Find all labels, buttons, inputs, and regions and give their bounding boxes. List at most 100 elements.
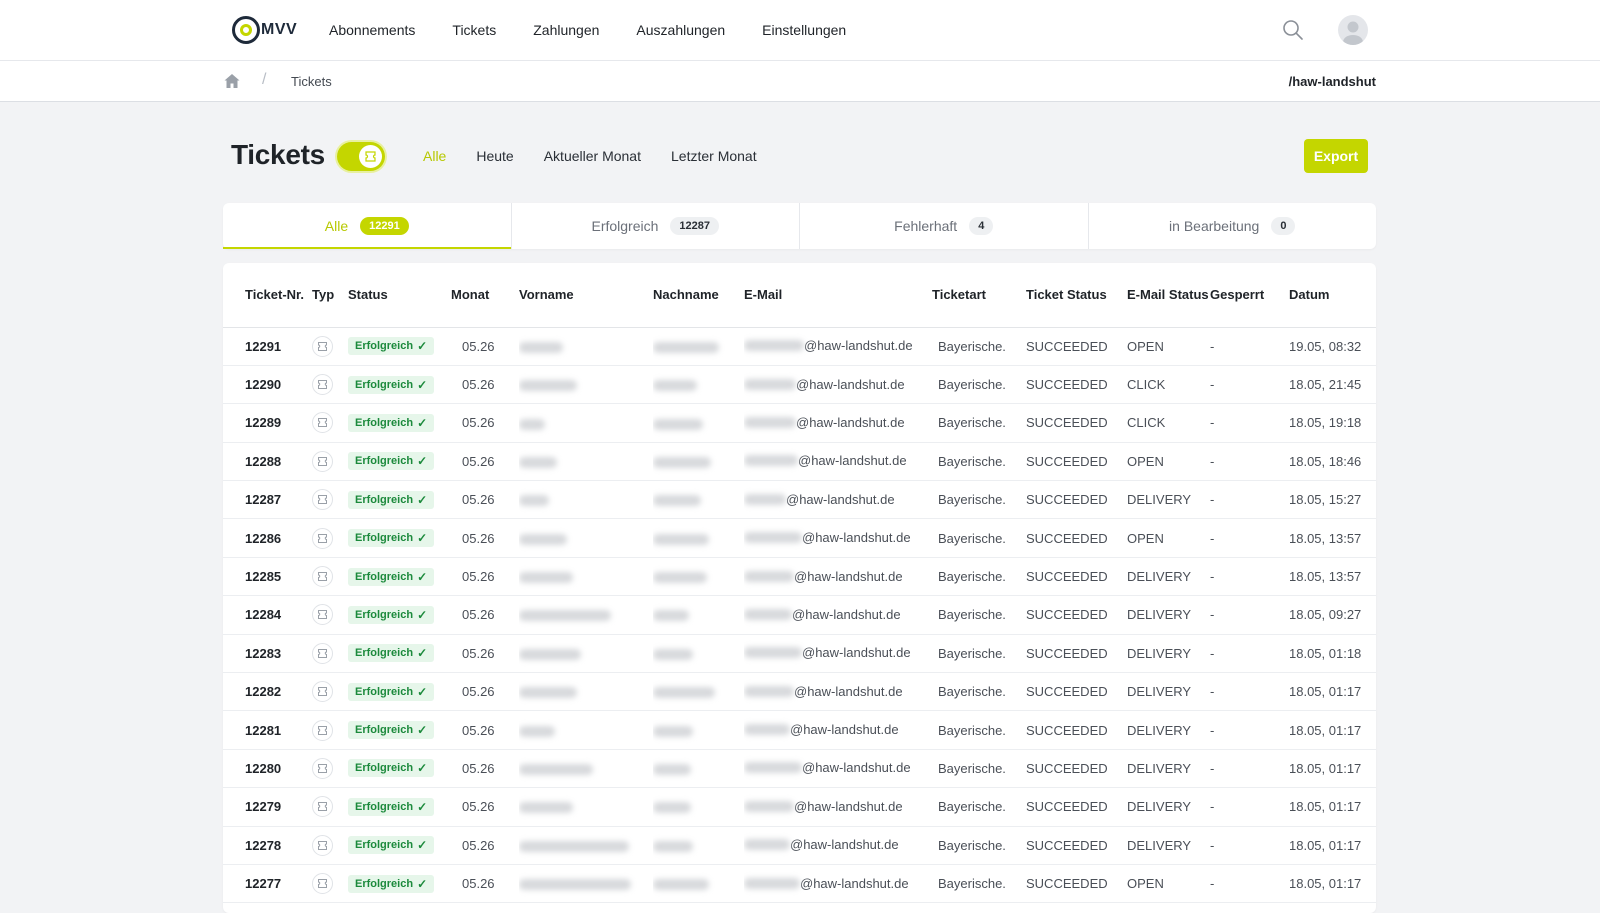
top-navigation-bar: MVV Abonnements Tickets Zahlungen Auszah… (0, 0, 1600, 60)
ticket-type-icon (312, 681, 333, 703)
first-name-cell (519, 557, 653, 597)
range-filter-all[interactable]: Alle (423, 148, 446, 164)
column-header-email[interactable]: E-Mail (744, 263, 932, 328)
redacted-first-name (519, 341, 563, 353)
table-row[interactable]: 12283 Erfolgreich ✓ 05.26 @haw-landshut.de Ba… (223, 634, 1376, 674)
month-cell: 05.26 (451, 864, 519, 904)
email-domain: @haw-landshut.de (794, 568, 903, 584)
table-row[interactable]: 12286 Erfolgreich ✓ 05.26 @haw-landshut.de Ba… (223, 518, 1376, 558)
last-name-cell (653, 403, 744, 443)
table-row[interactable]: 12278 Erfolgreich ✓ 05.26 @haw-landshut.de Ba… (223, 826, 1376, 865)
column-header-month[interactable]: Monat (451, 263, 519, 328)
redacted-first-name (519, 687, 577, 699)
tab-in-progress[interactable]: in Bearbeitung 0 (1089, 203, 1377, 249)
table-row[interactable]: 12281 Erfolgreich ✓ 05.26 @haw-landshut.de Ba… (223, 710, 1376, 750)
table-row[interactable]: 12289 Erfolgreich ✓ 05.26 @haw-landshut.de Ba… (223, 403, 1376, 443)
ticket-type-icon (312, 412, 333, 434)
ticket-number: 12284 (223, 595, 312, 635)
user-avatar[interactable] (1338, 15, 1368, 45)
table-row[interactable]: 12280 Erfolgreich ✓ 05.26 @haw-landshut.de Ba… (223, 749, 1376, 789)
range-filter-last-month[interactable]: Letzter Monat (671, 148, 757, 164)
tab-all[interactable]: Alle 12291 (223, 203, 512, 249)
export-button[interactable]: Export (1304, 139, 1368, 173)
date-cell: 18.05, 21:45 (1289, 365, 1376, 405)
ticket-status-cell: SUCCEEDED (1026, 480, 1127, 520)
column-header-first-name[interactable]: Vorname (519, 263, 653, 328)
table-row[interactable]: 12282 Erfolgreich ✓ 05.26 @haw-landshut.de Ba… (223, 672, 1376, 712)
check-icon: ✓ (417, 838, 428, 853)
table-row[interactable]: 12287 Erfolgreich ✓ 05.26 @haw-landshut.de Ba… (223, 480, 1376, 520)
ticket-status-cell: SUCCEEDED (1026, 365, 1127, 405)
type-cell (312, 557, 348, 597)
table-row[interactable]: 12285 Erfolgreich ✓ 05.26 @haw-landshut.de Ba… (223, 557, 1376, 597)
home-icon[interactable] (223, 72, 241, 90)
table-row[interactable]: 12290 Erfolgreich ✓ 05.26 @haw-landshut.de Ba… (223, 365, 1376, 405)
brand-logo[interactable]: MVV (232, 15, 297, 45)
email-cell: @haw-landshut.de (744, 672, 932, 712)
nav-item-tickets[interactable]: Tickets (452, 22, 496, 38)
ticket-type-cell: Bayerische. (932, 634, 1026, 674)
ticket-type-toggle[interactable] (337, 142, 385, 171)
nav-item-zahlungen[interactable]: Zahlungen (533, 22, 599, 38)
first-name-cell (519, 442, 653, 482)
user-icon (1343, 21, 1363, 45)
redacted-email-local (744, 839, 790, 851)
logo-text: MVV (261, 21, 298, 38)
range-filter-today[interactable]: Heute (476, 148, 513, 164)
redacted-first-name (519, 418, 545, 430)
ticket-type-cell: Bayerische. (932, 710, 1026, 750)
email-domain: @haw-landshut.de (796, 414, 905, 430)
table-row[interactable]: 12288 Erfolgreich ✓ 05.26 @haw-landshut.de Ba… (223, 442, 1376, 482)
column-header-ticket-status[interactable]: Ticket Status (1026, 263, 1127, 328)
column-header-type[interactable]: Typ (312, 263, 348, 328)
column-header-status[interactable]: Status (348, 263, 451, 328)
redacted-first-name (519, 495, 549, 507)
blocked-cell: - (1210, 403, 1289, 443)
redacted-email-local (744, 877, 800, 889)
status-badge: Erfolgreich ✓ (348, 759, 435, 778)
blocked-cell: - (1210, 365, 1289, 405)
column-header-ticket-nr[interactable]: Ticket-Nr. (223, 263, 312, 328)
tab-successful[interactable]: Erfolgreich 12287 (512, 203, 800, 249)
email-domain: @haw-landshut.de (800, 875, 909, 891)
column-header-date[interactable]: Datum (1289, 263, 1376, 328)
column-header-last-name[interactable]: Nachname (653, 263, 744, 328)
table-row[interactable]: 12279 Erfolgreich ✓ 05.26 @haw-landshut.de Ba… (223, 787, 1376, 827)
search-icon[interactable] (1282, 19, 1304, 41)
date-range-filters: Alle Heute Aktueller Monat Letzter Monat (423, 148, 787, 164)
redacted-last-name (653, 687, 715, 699)
status-label: Erfolgreich (355, 724, 414, 737)
type-cell (312, 787, 348, 827)
tab-count-badge: 0 (1271, 217, 1296, 235)
column-header-email-status[interactable]: E-Mail Status (1127, 263, 1210, 328)
nav-item-einstellungen[interactable]: Einstellungen (762, 22, 846, 38)
check-icon: ✓ (417, 799, 428, 814)
ticket-status-cell: SUCCEEDED (1026, 672, 1127, 712)
ticket-type-cell: Bayerische. (932, 403, 1026, 443)
blocked-cell: - (1210, 595, 1289, 635)
tab-label: in Bearbeitung (1169, 218, 1260, 234)
range-filter-current-month[interactable]: Aktueller Monat (544, 148, 641, 164)
status-label: Erfolgreich (355, 877, 414, 890)
ticket-status-cell: SUCCEEDED (1026, 634, 1127, 674)
email-status-cell: OPEN (1127, 518, 1210, 558)
email-domain: @haw-landshut.de (790, 722, 899, 738)
month-cell: 05.26 (451, 710, 519, 750)
blocked-cell: - (1210, 826, 1289, 865)
column-header-ticket-type[interactable]: Ticketart (932, 263, 1026, 328)
email-status-cell: DELIVERY (1127, 634, 1210, 674)
table-row[interactable]: 12284 Erfolgreich ✓ 05.26 @haw-landshut.de Ba… (223, 595, 1376, 635)
nav-item-auszahlungen[interactable]: Auszahlungen (636, 22, 725, 38)
blocked-cell: - (1210, 672, 1289, 712)
email-domain: @haw-landshut.de (802, 645, 911, 661)
column-header-blocked[interactable]: Gesperrt (1210, 263, 1289, 328)
date-cell: 18.05, 13:57 (1289, 518, 1376, 558)
email-cell: @haw-landshut.de (744, 442, 932, 482)
ticket-type-icon (312, 335, 333, 357)
email-status-cell: DELIVERY (1127, 826, 1210, 865)
nav-item-abonnements[interactable]: Abonnements (329, 22, 415, 38)
tab-failed[interactable]: Fehlerhaft 4 (800, 203, 1089, 249)
table-row[interactable]: 12277 Erfolgreich ✓ 05.26 @haw-landshut.de Ba… (223, 864, 1376, 904)
table-row[interactable]: 12291 Erfolgreich ✓ 05.26 @haw-landshut.de Ba… (223, 327, 1376, 366)
first-name-cell (519, 826, 653, 865)
